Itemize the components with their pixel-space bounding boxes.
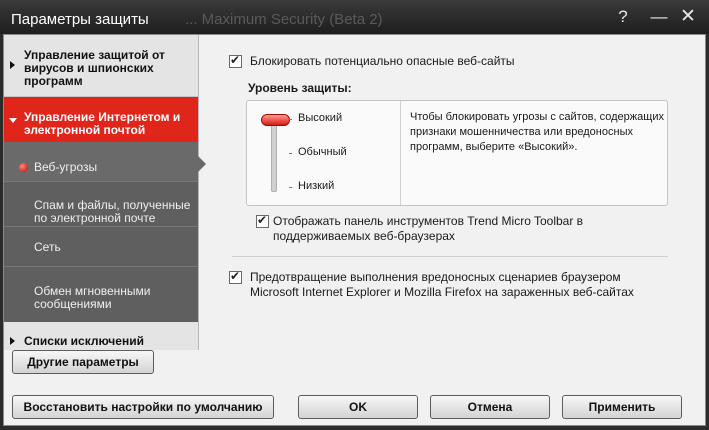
minimize-button[interactable]: — (648, 7, 670, 27)
script-prevention-checkbox[interactable] (229, 269, 242, 284)
expand-arrow-icon (10, 337, 15, 345)
sidebar-subitems: Веб-угрозы Спам и файлы, полученные по э… (4, 142, 198, 322)
sidebar-item-label: Сеть (34, 240, 61, 254)
sidebar-section-label: Управление защитой от вирусов и шпионски… (24, 48, 165, 88)
ok-button[interactable]: OK (298, 395, 418, 419)
sidebar: Управление защитой от вирусов и шпионски… (4, 35, 199, 350)
apply-button[interactable]: Применить (562, 395, 682, 419)
divider (400, 101, 401, 205)
restore-defaults-button[interactable]: Восстановить настройки по умолчанию (12, 395, 274, 419)
sidebar-item-label: Спам и файлы, полученные по электронной … (34, 198, 191, 225)
level-description: Чтобы блокировать угрозы с сайтов, содер… (410, 111, 664, 153)
divider (232, 256, 668, 257)
level-option-normal[interactable]: Обычный (298, 146, 347, 158)
sidebar-item-spam[interactable]: Спам и файлы, полученные по электронной … (4, 182, 198, 227)
help-button[interactable]: ? (612, 7, 634, 27)
sidebar-section-antivirus[interactable]: Управление защитой от вирусов и шпионски… (4, 35, 198, 97)
level-option-high[interactable]: Высокий (298, 112, 342, 124)
slider-tick (289, 119, 292, 120)
window-title: Параметры защиты (11, 11, 149, 28)
toolbar-checkbox[interactable] (256, 213, 269, 228)
block-sites-label[interactable]: Блокировать потенциально опасные веб-сай… (250, 54, 515, 68)
toolbar-label[interactable]: Отображать панель инструментов Trend Mic… (273, 214, 613, 244)
sidebar-section-label: Списки исключений (24, 334, 144, 348)
settings-window: Параметры защиты ... Maximum Security (B… (0, 0, 709, 430)
level-slider-track[interactable] (271, 118, 277, 192)
protection-level-title: Уровень защиты: (248, 81, 352, 95)
other-parameters-button[interactable]: Другие параметры (12, 350, 154, 374)
title-bar[interactable]: Параметры защиты ... Maximum Security (B… (0, 0, 709, 34)
level-option-low[interactable]: Низкий (298, 180, 334, 192)
client-area: Управление защитой от вирусов и шпионски… (3, 34, 706, 426)
expand-arrow-icon (10, 61, 15, 69)
close-button[interactable]: ✕ (677, 7, 699, 27)
slider-tick (289, 153, 292, 154)
script-prevention-label[interactable]: Предотвращение выполнения вредоносных сц… (250, 270, 670, 300)
protection-level-panel: Высокий Обычный Низкий Чтобы блокировать… (246, 100, 668, 206)
sidebar-section-exceptions[interactable]: Списки исключений (4, 322, 198, 350)
slider-tick (289, 187, 292, 188)
sidebar-section-label: Управление Интернетом и электронной почт… (24, 110, 181, 137)
sidebar-item-label: Веб-угрозы (34, 160, 98, 174)
sidebar-item-network[interactable]: Сеть (4, 227, 198, 267)
sidebar-item-web-threats[interactable]: Веб-угрозы (4, 142, 198, 182)
level-slider-thumb[interactable] (261, 114, 290, 126)
selection-pointer-icon (198, 156, 206, 172)
cancel-button[interactable]: Отмена (430, 395, 550, 419)
collapse-arrow-icon (9, 118, 17, 123)
selected-bullet-icon (19, 163, 28, 172)
block-sites-checkbox[interactable] (229, 53, 242, 68)
background-window-title: ... Maximum Security (Beta 2) (185, 11, 383, 28)
sidebar-item-label: Обмен мгновенными сообщениями (34, 284, 151, 311)
sidebar-section-internet[interactable]: Управление Интернетом и электронной почт… (4, 97, 198, 142)
sidebar-item-instant-messaging[interactable]: Обмен мгновенными сообщениями (4, 267, 198, 322)
